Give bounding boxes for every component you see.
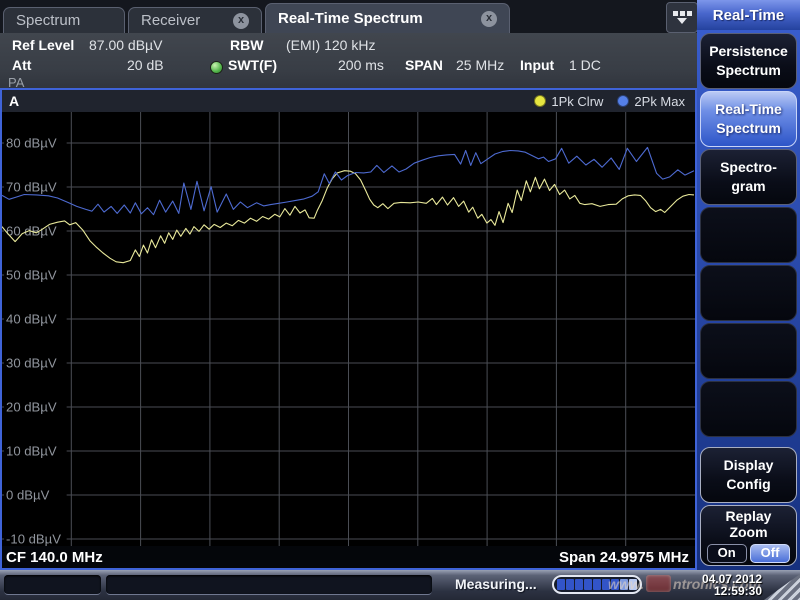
settings-panel: Ref Level 87.00 dBµV RBW (EMI) 120 kHz A… [0, 33, 697, 88]
softkey-empty [700, 265, 797, 321]
legend-label: 2Pk Max [634, 94, 685, 109]
softkey-label: Spectrum [716, 119, 781, 138]
tab-real-time-spectrum[interactable]: Real-Time Spectrum x [265, 3, 510, 33]
svg-text:50 dBµV: 50 dBµV [6, 268, 57, 283]
measuring-status: Measuring... [455, 576, 537, 592]
tab-label: Receiver [141, 12, 200, 29]
sweep-status-led [210, 61, 223, 74]
softkey-label: Zoom [729, 524, 767, 540]
status-field-1 [4, 575, 101, 595]
close-icon[interactable]: x [481, 11, 497, 27]
softkey-persistence-spectrum[interactable]: PersistenceSpectrum [700, 33, 797, 89]
legend-item[interactable]: 1Pk Clrw [534, 94, 603, 109]
softkey-label: Display [724, 456, 774, 475]
center-frequency-label: CF 140.0 MHz [2, 549, 103, 566]
softkey-sidebar: Real-Time PersistenceSpectrumReal-TimeSp… [697, 0, 800, 570]
trace-legend: 1Pk Clrw 2Pk Max [534, 94, 695, 109]
softkey-display-config[interactable]: DisplayConfig [700, 447, 797, 503]
swt-value[interactable]: 200 ms [338, 57, 384, 73]
frequency-bar: CF 140.0 MHz Span 24.9975 MHz [2, 546, 695, 568]
rbw-value[interactable]: (EMI) 120 kHz [286, 37, 375, 53]
spectrum-plot[interactable]: 80 dBµV70 dBµV60 dBµV50 dBµV40 dBµV30 dB… [2, 112, 695, 546]
tab-spectrum[interactable]: Spectrum [3, 7, 125, 33]
svg-text:-10 dBµV: -10 dBµV [6, 532, 61, 546]
span-readout-label: Span 24.9975 MHz [559, 549, 695, 566]
status-field-2 [106, 575, 432, 595]
display-select-button[interactable] [666, 2, 698, 33]
ref-level-label: Ref Level [12, 37, 74, 53]
softkey-real-time-spectrum[interactable]: Real-TimeSpectrum [700, 91, 797, 147]
span-value[interactable]: 25 MHz [456, 57, 504, 73]
softkey-label: Spectro- [720, 158, 777, 177]
softkey-label: gram [731, 177, 765, 196]
tab-label: Real-Time Spectrum [278, 10, 423, 27]
legend-label: 1Pk Clrw [551, 94, 603, 109]
sweep-progress-bar [552, 575, 642, 594]
softkey-label: Persistence [709, 42, 788, 61]
time-label: 12:59:30 [702, 585, 762, 597]
chevron-down-icon [677, 18, 687, 24]
svg-text:40 dBµV: 40 dBµV [6, 312, 57, 327]
softkey-label: Real-Time [715, 100, 782, 119]
input-label: Input [520, 57, 554, 73]
softkey-replay-zoom[interactable]: ReplayZoom OnOff [700, 505, 797, 566]
svg-text:10 dBµV: 10 dBµV [6, 444, 57, 459]
softkey-empty [700, 381, 797, 437]
display-grid-icon [673, 11, 692, 16]
spectrum-traces: 80 dBµV70 dBµV60 dBµV50 dBµV40 dBµV30 dB… [2, 112, 695, 546]
tab-receiver[interactable]: Receiver x [128, 7, 262, 33]
att-value[interactable]: 20 dB [127, 57, 164, 73]
softkey-label: Config [726, 475, 770, 494]
window-id: A [2, 93, 19, 109]
input-value[interactable]: 1 DC [569, 57, 601, 73]
swt-label: SWT(F) [228, 57, 277, 73]
svg-text:70 dBµV: 70 dBµV [6, 180, 57, 195]
window-title-bar: A 1Pk Clrw 2Pk Max [2, 90, 695, 112]
svg-text:20 dBµV: 20 dBµV [6, 400, 57, 415]
tab-label: Spectrum [16, 12, 80, 29]
softkey-empty [700, 207, 797, 263]
svg-text:30 dBµV: 30 dBµV [6, 356, 57, 371]
trace-marker-icon [534, 95, 546, 107]
softkey-empty [700, 323, 797, 379]
datetime-display: 04.07.2012 12:59:30 [702, 573, 762, 597]
ref-level-value[interactable]: 87.00 dBµV [89, 37, 162, 53]
att-label: Att [12, 57, 31, 73]
tab-bar: Spectrum Receiver x Real-Time Spectrum x [0, 0, 697, 33]
legend-item[interactable]: 2Pk Max [617, 94, 685, 109]
close-icon[interactable]: x [233, 13, 249, 29]
measurement-window: A 1Pk Clrw2Pk Max 80 dBµV70 dBµV60 dBµV5… [0, 88, 697, 570]
softkey-spectro-gram[interactable]: Spectro-gram [700, 149, 797, 205]
span-label: SPAN [405, 57, 443, 73]
status-bar: Measuring... [0, 570, 800, 600]
softkey-label: Spectrum [716, 61, 781, 80]
rbw-label: RBW [230, 37, 263, 53]
replay-zoom-on-option[interactable]: On [707, 544, 747, 563]
svg-text:0 dBµV: 0 dBµV [6, 488, 50, 503]
trace-marker-icon [617, 95, 629, 107]
softkey-label: Replay [726, 508, 772, 524]
replay-zoom-off-option[interactable]: Off [750, 544, 791, 563]
svg-text:80 dBµV: 80 dBµV [6, 136, 57, 151]
softkey-menu-title: Real-Time [697, 0, 800, 30]
